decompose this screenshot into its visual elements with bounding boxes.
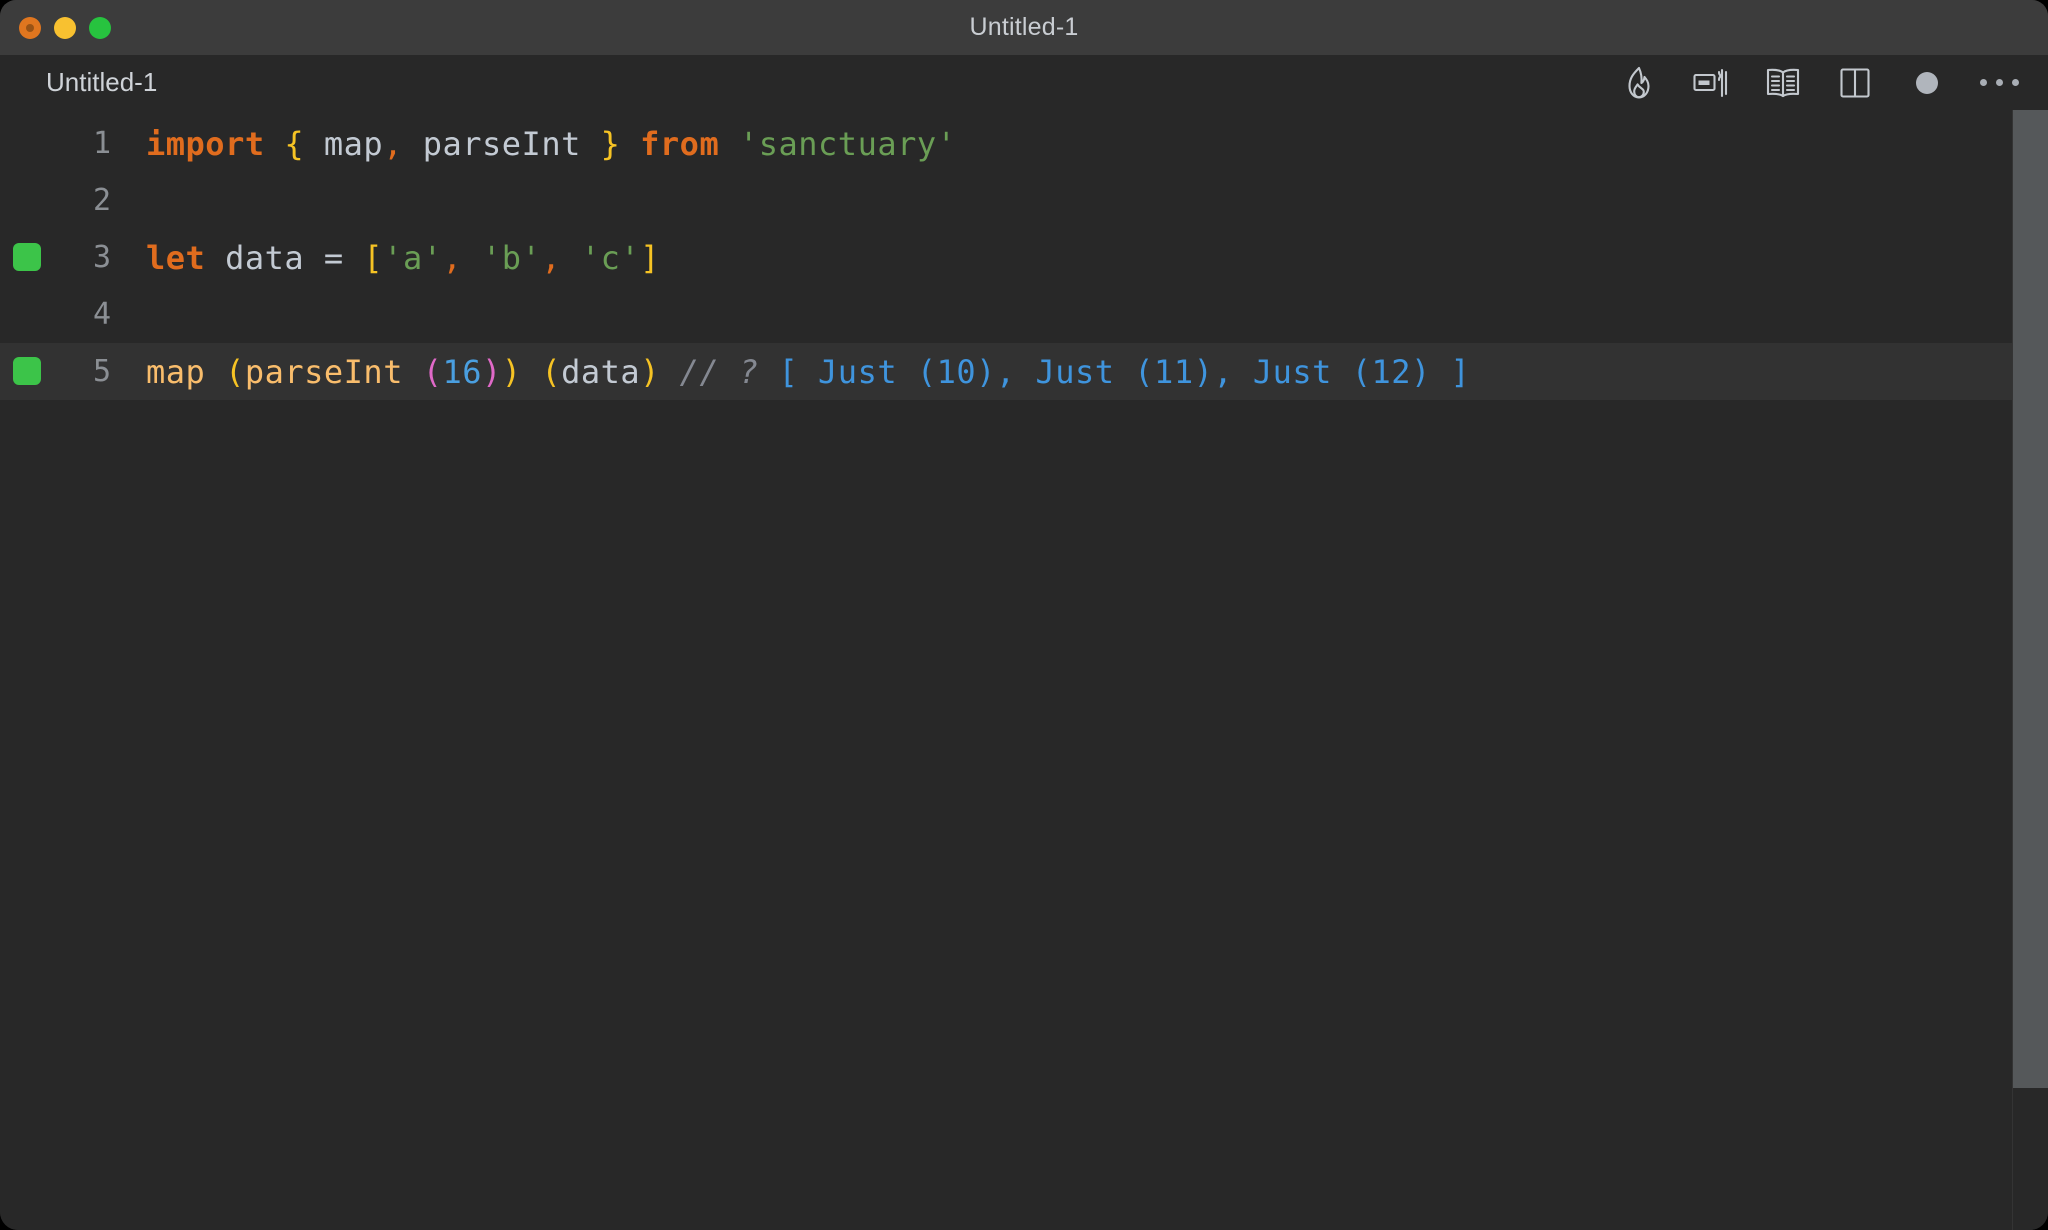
code-lines-container: 1 import { map, parseInt } from 'sanctuar… xyxy=(0,110,2048,400)
token-paren-y: ) xyxy=(501,352,522,391)
window-titlebar: Untitled-1 xyxy=(0,0,2048,55)
close-window-button[interactable] xyxy=(19,16,41,39)
token-string: 'a' xyxy=(383,238,443,277)
token-fn: parseInt xyxy=(244,352,423,391)
editor-window: Untitled-1 Untitled-1 1 import {map, pa… xyxy=(0,0,2048,1230)
token-plain: map xyxy=(304,124,384,163)
window-title: Untitled-1 xyxy=(969,13,1079,41)
token-fn: map xyxy=(146,352,226,391)
line-number: 4 xyxy=(92,297,111,332)
flame-icon[interactable] xyxy=(1616,60,1662,106)
token-kw: import xyxy=(146,124,265,163)
token-paren-m: ( xyxy=(422,352,443,391)
line-number: 2 xyxy=(92,183,111,218)
token-punct-o: , xyxy=(541,238,562,277)
token-plain: data xyxy=(561,352,641,391)
token-plain: data xyxy=(205,238,324,277)
code-editor[interactable]: 1 import { map, parseInt } from 'sanctuar… xyxy=(0,110,2048,1230)
token-comment: // ? xyxy=(679,352,759,391)
traffic-light-group xyxy=(19,0,111,55)
editor-toolbar xyxy=(1616,55,2022,110)
token-out: [ Just (10), Just (11), Just (12) ] xyxy=(778,352,1471,391)
token-punct-o: , xyxy=(442,238,463,277)
token-brace: { xyxy=(284,124,305,163)
token-paren-m: ) xyxy=(482,352,502,391)
token-punct-o: , xyxy=(383,124,403,163)
code-line[interactable]: 2 xyxy=(0,172,2048,229)
token-paren-y: ) xyxy=(640,352,660,391)
token-paren-y: ( xyxy=(541,352,562,391)
token-brace: [ xyxy=(363,238,384,277)
minimize-window-button[interactable] xyxy=(54,16,76,39)
more-actions-icon[interactable] xyxy=(1976,60,2022,106)
code-line[interactable]: 4 xyxy=(0,286,2048,343)
token-brace: ] xyxy=(640,238,660,277)
tab-label: Untitled-1 xyxy=(46,67,158,97)
tab-strip: Untitled-1 xyxy=(0,55,2048,110)
code-text: import { map, parseInt } from 'sanctuary… xyxy=(146,125,956,163)
split-editor-icon[interactable] xyxy=(1832,60,1878,106)
unsaved-dot-icon[interactable] xyxy=(1904,60,1950,106)
token-kw: from xyxy=(640,124,720,163)
code-text: map (parseInt (16)) (data) // ? [ Just (… xyxy=(146,353,1470,391)
run-code-icon[interactable] xyxy=(1688,60,1734,106)
token-plain: parseInt xyxy=(402,124,601,163)
token-kw: let xyxy=(146,238,206,277)
breakpoint-marker-icon[interactable] xyxy=(13,357,41,385)
editor-scrollbar[interactable] xyxy=(2013,110,2048,1088)
token-num: 16 xyxy=(442,352,483,391)
breakpoint-marker-icon[interactable] xyxy=(13,243,41,271)
code-line[interactable]: 5 map (parseInt (16)) (data) // ? [ Just … xyxy=(0,343,2048,400)
open-book-icon[interactable] xyxy=(1760,60,1806,106)
code-line[interactable]: 1 import { map, parseInt } from 'sanctuar… xyxy=(0,115,2048,172)
token-string: 'sanctuary' xyxy=(738,124,957,163)
line-number: 1 xyxy=(92,126,111,161)
maximize-window-button[interactable] xyxy=(89,16,111,39)
editor-tab-untitled-1[interactable]: Untitled-1 xyxy=(0,55,157,110)
token-string: 'b' xyxy=(482,238,542,277)
code-line[interactable]: 3 let data = ['a', 'b', 'c'] xyxy=(0,229,2048,286)
token-paren-y: ( xyxy=(225,352,245,391)
token-brace: } xyxy=(600,124,621,163)
token-plain: = xyxy=(323,238,344,277)
code-text: let data = ['a', 'b', 'c'] xyxy=(146,239,660,277)
token-string: 'c' xyxy=(580,238,641,277)
